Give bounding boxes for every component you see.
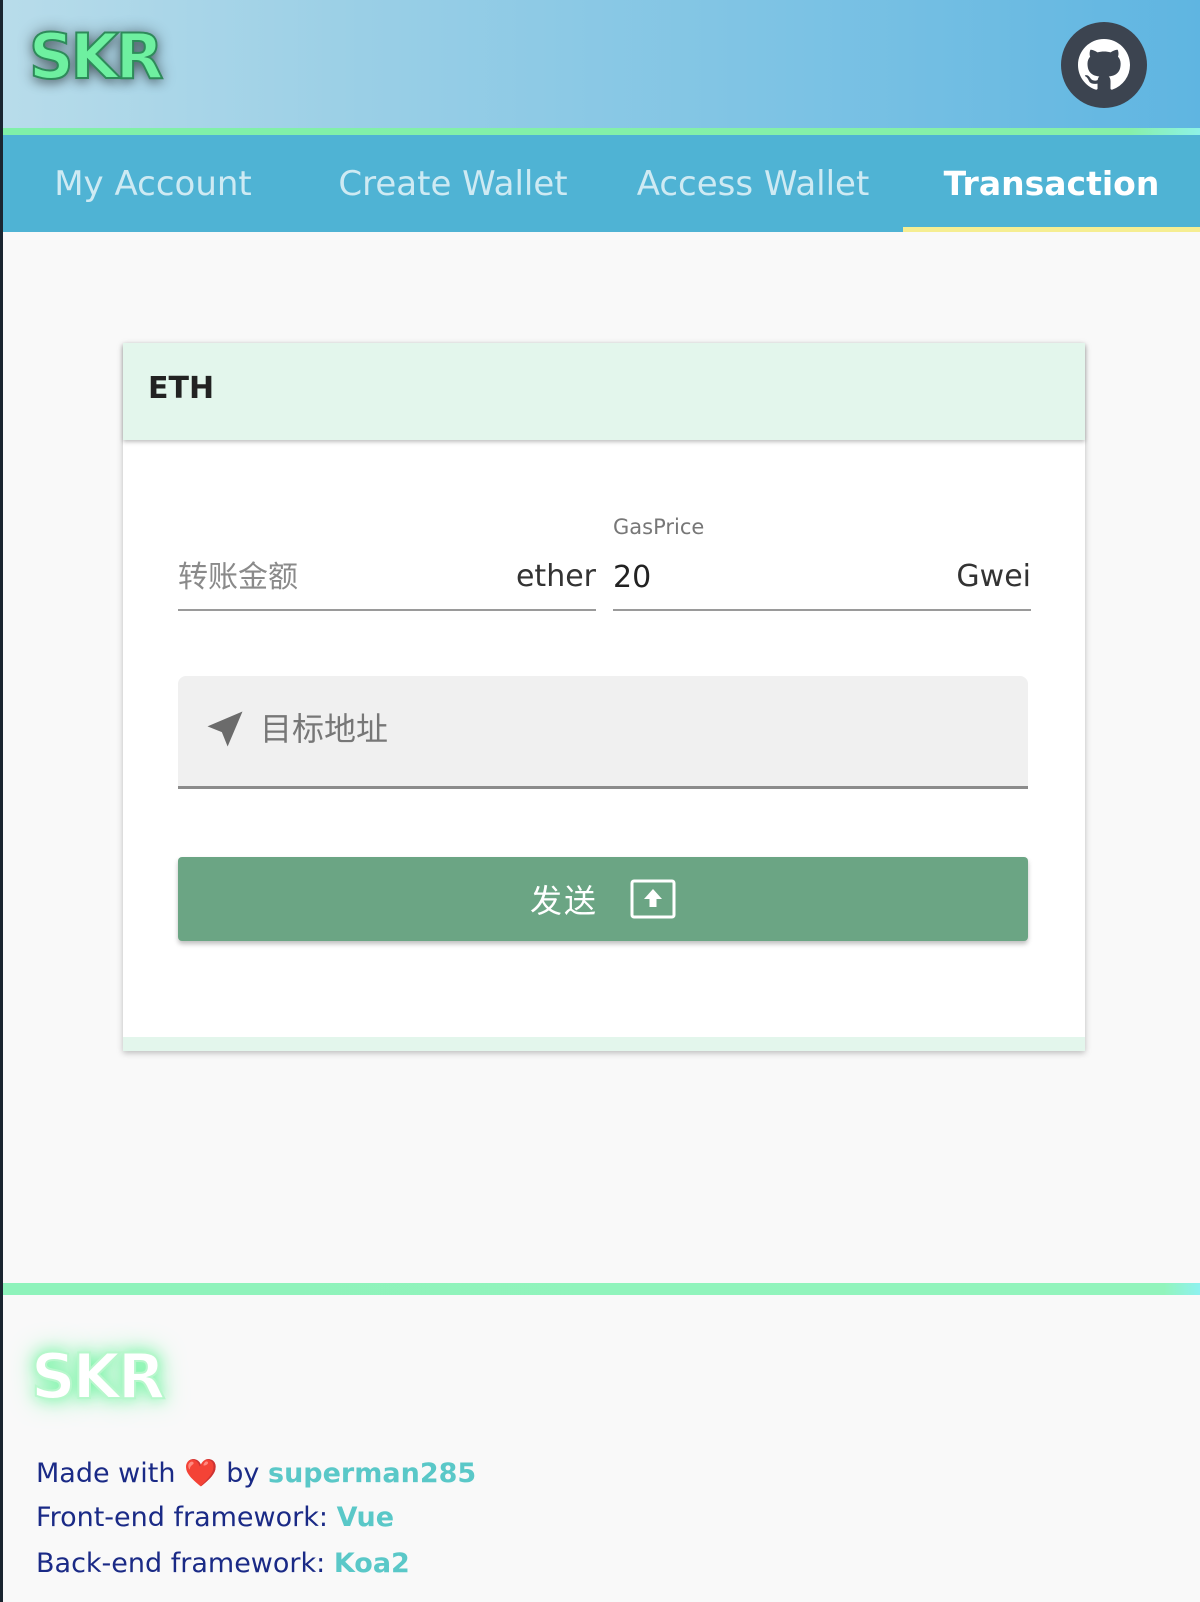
footer-frontend-line: Front-end framework: Vue xyxy=(36,1502,394,1533)
github-button[interactable] xyxy=(1061,22,1147,108)
footer-logo-text: SKR xyxy=(30,1340,166,1413)
footer-accent-stripe xyxy=(3,1283,1200,1295)
made-with-text: Made with xyxy=(36,1458,176,1489)
frontend-label: Front-end framework: xyxy=(36,1502,328,1533)
heart-icon: ❤️ xyxy=(184,1458,218,1489)
footer-backend-line: Back-end framework: Koa2 xyxy=(36,1548,410,1579)
target-address-field[interactable] xyxy=(178,676,1028,789)
amount-unit: ether xyxy=(515,559,596,594)
gas-price-field[interactable]: GasPrice Gwei xyxy=(613,515,1031,611)
tab-label: Create Wallet xyxy=(338,163,568,204)
tab-access-wallet[interactable]: Access Wallet xyxy=(603,135,903,232)
vue-link[interactable]: Vue xyxy=(337,1502,394,1533)
app-page: SKR My Account Create Wallet Access Wall… xyxy=(0,0,1200,1602)
gas-price-label: GasPrice xyxy=(613,515,705,539)
header-accent-stripe xyxy=(3,128,1200,135)
upload-box-icon xyxy=(630,879,676,919)
card-footer-bar xyxy=(123,1037,1085,1051)
logo-text: SKR xyxy=(28,20,164,93)
footer-credit-line: Made with ❤️ by superman285 xyxy=(36,1457,476,1489)
send-button-label: 发送 xyxy=(529,882,598,920)
transaction-card: ETH ether GasPrice Gwei 发送 xyxy=(123,343,1085,1051)
gas-price-unit: Gwei xyxy=(956,559,1031,594)
card-title: ETH xyxy=(148,371,215,406)
header: SKR xyxy=(3,0,1200,128)
tab-label: Access Wallet xyxy=(636,163,870,204)
tab-my-account[interactable]: My Account xyxy=(3,135,303,232)
tab-label: Transaction xyxy=(943,164,1160,203)
target-address-input[interactable] xyxy=(260,706,1000,752)
send-button[interactable]: 发送 xyxy=(178,857,1028,941)
footer-logo: SKR xyxy=(30,1340,201,1420)
tab-transaction[interactable]: Transaction xyxy=(903,135,1200,232)
github-icon xyxy=(1078,39,1130,90)
send-arrow-icon xyxy=(207,711,243,747)
logo[interactable]: SKR xyxy=(28,20,189,94)
tab-label: My Account xyxy=(54,163,252,204)
koa2-link[interactable]: Koa2 xyxy=(334,1548,410,1579)
gas-price-input[interactable] xyxy=(613,557,933,597)
by-text: by xyxy=(226,1458,260,1489)
card-header: ETH xyxy=(123,343,1085,440)
backend-label: Back-end framework: xyxy=(36,1548,326,1579)
amount-input[interactable] xyxy=(178,557,498,597)
amount-field[interactable]: ether xyxy=(178,543,596,611)
tab-create-wallet[interactable]: Create Wallet xyxy=(303,135,603,232)
nav-tabs: My Account Create Wallet Access Wallet T… xyxy=(3,135,1200,232)
author-link[interactable]: superman285 xyxy=(268,1458,476,1489)
